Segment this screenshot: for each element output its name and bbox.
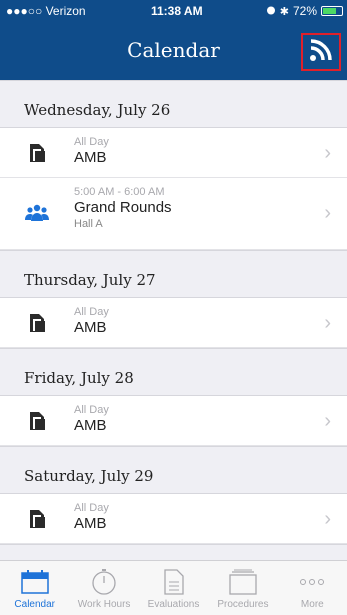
document-icon (24, 140, 50, 166)
battery-level (323, 8, 336, 14)
tab-procedures[interactable]: Procedures (208, 561, 277, 615)
event-text: All Day AMB (74, 502, 109, 532)
tab-label: Calendar (14, 599, 55, 610)
event-title: AMB (74, 149, 107, 166)
bluetooth-icon: ✱ (279, 5, 289, 18)
rss-icon (309, 38, 333, 67)
document-icon (24, 310, 50, 336)
tab-label: More (300, 599, 324, 610)
event-text: All Day AMB (74, 136, 109, 166)
event-time: All Day (74, 502, 109, 514)
event-row[interactable]: 5:00 AM - 6:00 AM Grand Rounds Hall A › (0, 178, 347, 250)
event-time: All Day (74, 136, 109, 148)
chevron-right-icon: › (324, 508, 331, 530)
group-icon (24, 200, 50, 226)
event-location: Hall A (74, 218, 103, 230)
event-row[interactable]: All Day AMB › (0, 298, 347, 348)
event-title: Grand Rounds (74, 199, 172, 216)
chevron-right-icon: › (324, 312, 331, 334)
event-title: AMB (74, 515, 107, 532)
clock: 11:38 AM (151, 4, 203, 18)
calendar-list[interactable]: Wednesday, July 26 All Day AMB › 5:00 AM… (0, 80, 347, 560)
event-text: All Day AMB (74, 404, 109, 434)
document-icon (24, 408, 50, 434)
event-title: AMB (74, 319, 107, 336)
next-day-header (0, 544, 347, 560)
tab-work-hours[interactable]: Work Hours (69, 561, 138, 615)
event-row[interactable]: All Day AMB › (0, 494, 347, 544)
status-right: ✱ 72% (266, 4, 343, 18)
day-header: Saturday, July 29 (0, 446, 347, 494)
event-time: All Day (74, 306, 109, 318)
day-header: Wednesday, July 26 (0, 80, 347, 128)
carrier-label: ●●●○○ Verizon (6, 4, 86, 18)
alarm-icon (266, 4, 276, 18)
event-text: All Day AMB (74, 306, 109, 336)
more-dots-icon (299, 567, 325, 597)
page-title: Calendar (127, 38, 220, 62)
event-row[interactable]: All Day AMB › (0, 128, 347, 178)
chevron-right-icon: › (324, 142, 331, 164)
event-row[interactable]: All Day AMB › (0, 396, 347, 446)
calendar-icon (20, 567, 50, 597)
status-bar: ●●●○○ Verizon 11:38 AM ✱ 72% (0, 0, 347, 22)
day-header: Thursday, July 27 (0, 250, 347, 298)
tab-more[interactable]: More (278, 561, 347, 615)
battery-percent: 72% (292, 4, 317, 18)
chevron-right-icon: › (324, 410, 331, 432)
tab-label: Work Hours (77, 599, 131, 610)
tab-bar: Calendar Work Hours Evaluations Procedur… (0, 560, 347, 615)
tab-label: Evaluations (147, 599, 200, 610)
navigation-bar: ●●●○○ Verizon 11:38 AM ✱ 72% Calendar (0, 0, 347, 80)
event-time: All Day (74, 404, 109, 416)
tab-calendar[interactable]: Calendar (0, 561, 69, 615)
chevron-right-icon: › (324, 202, 331, 224)
rss-feed-button[interactable] (301, 33, 341, 71)
event-title: AMB (74, 417, 107, 434)
document-lines-icon (163, 567, 185, 597)
folder-stack-icon (228, 567, 258, 597)
document-icon (24, 506, 50, 532)
event-text: 5:00 AM - 6:00 AM Grand Rounds Hall A (74, 186, 172, 230)
event-time: 5:00 AM - 6:00 AM (74, 186, 165, 198)
battery-icon (321, 6, 343, 16)
stopwatch-icon (90, 567, 118, 597)
tab-evaluations[interactable]: Evaluations (139, 561, 208, 615)
day-header: Friday, July 28 (0, 348, 347, 396)
tab-label: Procedures (217, 599, 269, 610)
